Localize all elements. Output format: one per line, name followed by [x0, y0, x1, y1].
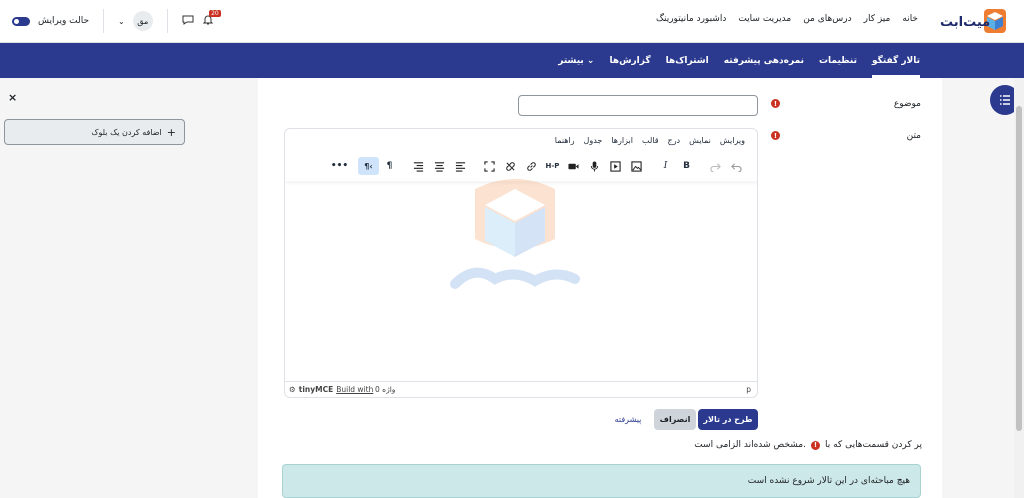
required-icon: ! [771, 131, 780, 140]
editor-branding: ⚙ tinyMCE Build with [289, 385, 373, 394]
nav-dashboard[interactable]: میز کار [864, 14, 891, 24]
nav-my-courses[interactable]: درس‌های من [803, 14, 851, 24]
tinymce-logo-icon: ⚙ [289, 385, 296, 394]
tab-forum[interactable]: تالار گفتگو [871, 43, 920, 78]
main-content: موضوع ! متن ! ویرایش نمایش درج قالب ابزا… [258, 78, 942, 498]
primary-navigation: خانه میز کار درس‌های من مدیریت سایت داشب… [656, 14, 918, 24]
block-drawer: × اضافه کردن یک بلوک + [0, 78, 193, 498]
subject-input[interactable] [518, 95, 758, 116]
messages-icon[interactable] [182, 14, 194, 29]
secondary-navbar: تالار گفتگو تنظیمات نمره‌دهی پیشرفته اشت… [0, 43, 1024, 78]
required-icon: ! [810, 440, 820, 450]
svg-text:میت‌ابت: میت‌ابت [940, 15, 990, 30]
cancel-button[interactable]: انصراف [654, 409, 696, 430]
required-note-after: مشخص شده‌اند الزامی است. [694, 440, 806, 450]
bold-icon[interactable]: B [676, 157, 697, 175]
tab-more[interactable]: بیشتر ⌄ [558, 56, 594, 66]
plus-icon: + [166, 125, 176, 139]
element-path[interactable]: p [746, 385, 751, 394]
nav-site-admin[interactable]: مدیریت سایت [738, 14, 791, 24]
menu-tools[interactable]: ابزارها [611, 136, 633, 145]
tab-settings[interactable]: تنظیمات [819, 56, 857, 66]
rich-text-editor[interactable]: ویرایش نمایش درج قالب ابزارها جدول راهنم… [284, 128, 758, 398]
site-logo[interactable]: میت‌ابت [938, 6, 1008, 36]
page-scrollbar[interactable] [1014, 78, 1024, 498]
list-icon [1000, 95, 1010, 105]
menu-format[interactable]: قالب [642, 136, 659, 145]
close-icon[interactable]: × [8, 91, 17, 104]
divider [166, 9, 168, 33]
align-right-icon[interactable] [408, 157, 429, 175]
message-label: متن [906, 131, 921, 141]
menu-table[interactable]: جدول [584, 136, 603, 145]
editor-menubar: ویرایش نمایش درج قالب ابزارها جدول راهنم… [555, 136, 745, 145]
edit-mode-label: حالت ویرایش [38, 16, 90, 26]
rtl-direction-icon[interactable]: ¶‹ [358, 157, 379, 175]
advanced-link[interactable]: پیشرفته [608, 409, 648, 430]
user-tools: حالت ویرایش ⌄ مق 20 [12, 9, 221, 33]
ltr-direction-icon[interactable]: ¶ [379, 157, 400, 175]
menu-view[interactable]: نمایش [689, 136, 711, 145]
required-icon: ! [771, 99, 780, 108]
scrollbar-thumb[interactable] [1016, 106, 1022, 431]
watermark-logo-icon [445, 169, 585, 309]
menu-help[interactable]: راهنما [555, 136, 575, 145]
top-header: میت‌ابت خانه میز کار درس‌های من مدیریت س… [0, 0, 1024, 43]
notification-count-badge: 20 [209, 10, 221, 17]
nav-home[interactable]: خانه [902, 14, 918, 24]
tab-reports[interactable]: گزارش‌ها [609, 56, 650, 66]
user-avatar[interactable]: مق [132, 11, 153, 31]
microphone-icon[interactable] [584, 157, 605, 175]
build-with-link[interactable]: Build with [336, 385, 373, 394]
chevron-down-icon[interactable]: ⌄ [118, 17, 125, 26]
tab-subscriptions[interactable]: اشتراک‌ها [666, 56, 709, 66]
post-to-forum-button[interactable]: طرح در تالار [698, 409, 758, 430]
notifications-bell-icon[interactable]: 20 [202, 10, 221, 28]
redo-icon[interactable] [705, 157, 726, 175]
add-block-label: اضافه کردن یک بلوک [91, 127, 162, 137]
tab-advanced-grading[interactable]: نمره‌دهی پیشرفته [724, 56, 804, 66]
divider [103, 9, 105, 33]
italic-icon[interactable]: I [655, 157, 676, 175]
tinymce-brand: tinyMCE [298, 385, 334, 394]
more-options-icon[interactable]: ••• [329, 157, 350, 175]
edit-mode-toggle[interactable] [12, 16, 30, 26]
add-block-button[interactable]: اضافه کردن یک بلوک + [4, 119, 185, 145]
required-fields-note: پر کردن قسمت‌هایی که با ! مشخص شده‌اند ا… [694, 440, 922, 450]
menu-edit[interactable]: ویرایش [720, 136, 745, 145]
editor-statusbar: p 0 واژه ⚙ tinyMCE Build with [285, 381, 757, 397]
media-icon[interactable] [605, 157, 626, 175]
required-note-before: پر کردن قسمت‌هایی که با [824, 440, 922, 450]
menu-insert[interactable]: درج [668, 136, 681, 145]
word-count: 0 واژه [375, 385, 396, 394]
alert-text: هیچ مباحثه‌ای در این تالار شروع نشده است [747, 476, 910, 486]
no-discussions-alert: هیچ مباحثه‌ای در این تالار شروع نشده است [282, 464, 921, 498]
subject-label: موضوع [893, 99, 921, 109]
undo-icon[interactable] [726, 157, 747, 175]
nav-monitoring-dashboard[interactable]: داشبورد مانیتورینگ [656, 14, 726, 24]
image-icon[interactable] [626, 157, 647, 175]
